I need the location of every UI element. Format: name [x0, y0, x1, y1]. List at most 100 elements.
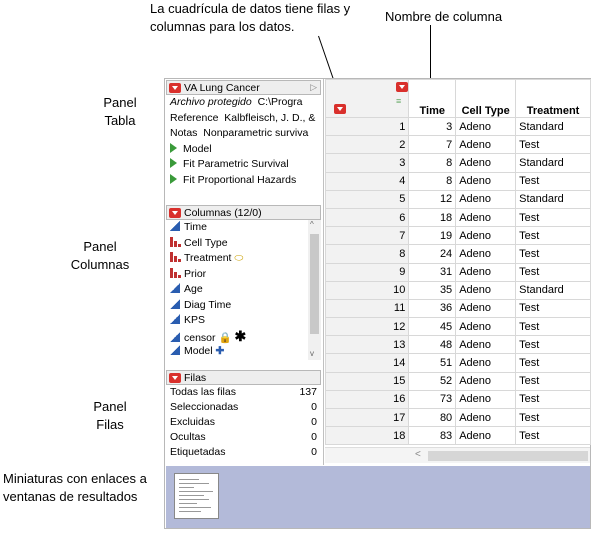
- cell-treatment[interactable]: Test: [515, 335, 591, 355]
- cell-time[interactable]: 7: [408, 135, 457, 155]
- row-number[interactable]: 13: [325, 335, 410, 355]
- cell-cell-type[interactable]: Adeno: [455, 298, 517, 319]
- cell-treatment[interactable]: Test: [515, 353, 591, 373]
- cell-cell-type[interactable]: Adeno: [455, 371, 517, 391]
- cell-time[interactable]: 18: [408, 207, 457, 228]
- red-triangle-menu-icon[interactable]: [334, 104, 346, 114]
- row-number[interactable]: 10: [325, 280, 410, 300]
- table-row[interactable]: 17 80 Adeno Test: [325, 407, 591, 428]
- cell-treatment[interactable]: Test: [515, 171, 591, 191]
- row-number[interactable]: 3: [325, 153, 410, 173]
- script-model[interactable]: Model: [166, 142, 321, 158]
- cell-time[interactable]: 80: [408, 407, 457, 428]
- cell-cell-type[interactable]: Adeno: [455, 262, 517, 282]
- row-number[interactable]: 15: [325, 371, 410, 391]
- cell-treatment[interactable]: Test: [515, 207, 591, 228]
- row-number[interactable]: 4: [325, 171, 410, 191]
- cell-treatment[interactable]: Test: [515, 244, 591, 264]
- table-row[interactable]: 5 12 Adeno Standard: [325, 189, 591, 209]
- red-triangle-menu-icon[interactable]: [169, 207, 181, 218]
- cell-cell-type[interactable]: Adeno: [455, 135, 517, 155]
- cell-treatment[interactable]: Standard: [515, 116, 591, 137]
- cell-cell-type[interactable]: Adeno: [455, 116, 517, 137]
- cell-treatment[interactable]: Test: [515, 135, 591, 155]
- table-row[interactable]: 8 24 Adeno Test: [325, 244, 591, 264]
- cell-treatment[interactable]: Test: [515, 407, 591, 428]
- row-number[interactable]: 14: [325, 353, 410, 373]
- cell-time[interactable]: 3: [408, 116, 457, 137]
- cell-time[interactable]: 12: [408, 189, 457, 209]
- red-triangle-menu-icon[interactable]: [169, 82, 181, 93]
- row-number[interactable]: 7: [325, 226, 410, 246]
- cell-treatment[interactable]: Test: [515, 298, 591, 319]
- cell-cell-type[interactable]: Adeno: [455, 407, 517, 428]
- column-item-diag-time[interactable]: Diag Time: [166, 298, 321, 314]
- cell-time[interactable]: 52: [408, 371, 457, 391]
- script-fit-parametric-survival[interactable]: Fit Parametric Survival: [166, 157, 321, 173]
- scrollbar-thumb[interactable]: [428, 451, 588, 461]
- script-fit-proportional-hazards[interactable]: Fit Proportional Hazards: [166, 173, 321, 189]
- row-number[interactable]: 17: [325, 407, 410, 428]
- rows-panel-header[interactable]: Filas: [166, 370, 321, 385]
- grid-horizontal-scrollbar[interactable]: <: [325, 447, 590, 463]
- cell-treatment[interactable]: Standard: [515, 189, 591, 209]
- table-row[interactable]: 12 45 Adeno Test: [325, 317, 591, 337]
- row-number[interactable]: 9: [325, 262, 410, 282]
- cell-time[interactable]: 36: [408, 298, 457, 319]
- cell-cell-type[interactable]: Adeno: [455, 353, 517, 373]
- table-row[interactable]: 3 8 Adeno Standard: [325, 153, 591, 173]
- table-row[interactable]: 6 18 Adeno Test: [325, 207, 591, 228]
- cell-cell-type[interactable]: Adeno: [455, 153, 517, 173]
- cell-cell-type[interactable]: Adeno: [455, 189, 517, 209]
- table-row[interactable]: 7 19 Adeno Test: [325, 226, 591, 246]
- cell-treatment[interactable]: Test: [515, 262, 591, 282]
- cell-time[interactable]: 73: [408, 389, 457, 410]
- table-row[interactable]: 2 7 Adeno Test: [325, 135, 591, 155]
- cell-treatment[interactable]: Standard: [515, 280, 591, 300]
- cell-time[interactable]: 35: [408, 280, 457, 300]
- scroll-left-icon[interactable]: <: [415, 449, 421, 460]
- cell-treatment[interactable]: Test: [515, 389, 591, 410]
- cell-cell-type[interactable]: Adeno: [455, 207, 517, 228]
- table-row[interactable]: 11 36 Adeno Test: [325, 298, 591, 319]
- column-item-prior[interactable]: Prior: [166, 267, 321, 283]
- table-row[interactable]: 4 8 Adeno Test: [325, 171, 591, 191]
- cell-cell-type[interactable]: Adeno: [455, 389, 517, 410]
- cell-time[interactable]: 45: [408, 317, 457, 337]
- column-item-censor[interactable]: censor 🔒 ✱: [166, 329, 321, 345]
- row-number[interactable]: 16: [325, 389, 410, 410]
- cell-treatment[interactable]: Test: [515, 226, 591, 246]
- row-number[interactable]: 1: [325, 116, 410, 137]
- cell-cell-type[interactable]: Adeno: [455, 171, 517, 191]
- column-item-kps[interactable]: KPS: [166, 313, 321, 329]
- red-triangle-menu-icon[interactable]: [169, 372, 181, 383]
- row-number[interactable]: 6: [325, 207, 410, 228]
- cell-treatment[interactable]: Standard: [515, 153, 591, 173]
- columns-scrollbar[interactable]: ^ v: [308, 220, 321, 360]
- table-row[interactable]: 13 48 Adeno Test: [325, 335, 591, 355]
- cell-cell-type[interactable]: Adeno: [455, 317, 517, 337]
- cell-treatment[interactable]: Test: [515, 426, 591, 446]
- table-row[interactable]: 14 51 Adeno Test: [325, 353, 591, 373]
- cell-cell-type[interactable]: Adeno: [455, 280, 517, 300]
- table-row[interactable]: 15 52 Adeno Test: [325, 371, 591, 391]
- cell-cell-type[interactable]: Adeno: [455, 244, 517, 264]
- cell-treatment[interactable]: Test: [515, 317, 591, 337]
- column-item-time[interactable]: Time: [166, 220, 321, 236]
- cell-cell-type[interactable]: Adeno: [455, 226, 517, 246]
- scroll-up-icon[interactable]: ^: [310, 220, 314, 229]
- column-item-cell-type[interactable]: Cell Type: [166, 236, 321, 252]
- column-header-treatment[interactable]: Treatment: [515, 79, 591, 118]
- cell-cell-type[interactable]: Adeno: [455, 426, 517, 446]
- panel-divider[interactable]: [323, 79, 324, 465]
- column-header-time[interactable]: Time: [408, 79, 457, 118]
- cell-time[interactable]: 8: [408, 153, 457, 173]
- column-item-age[interactable]: Age: [166, 282, 321, 298]
- row-number[interactable]: 5: [325, 189, 410, 209]
- columns-panel-header[interactable]: Columnas (12/0): [166, 205, 321, 220]
- row-number[interactable]: 2: [325, 135, 410, 155]
- cell-time[interactable]: 19: [408, 226, 457, 246]
- red-triangle-menu-icon[interactable]: [396, 82, 408, 92]
- report-thumbnail[interactable]: [174, 473, 219, 519]
- grid-corner[interactable]: ≡: [325, 79, 410, 118]
